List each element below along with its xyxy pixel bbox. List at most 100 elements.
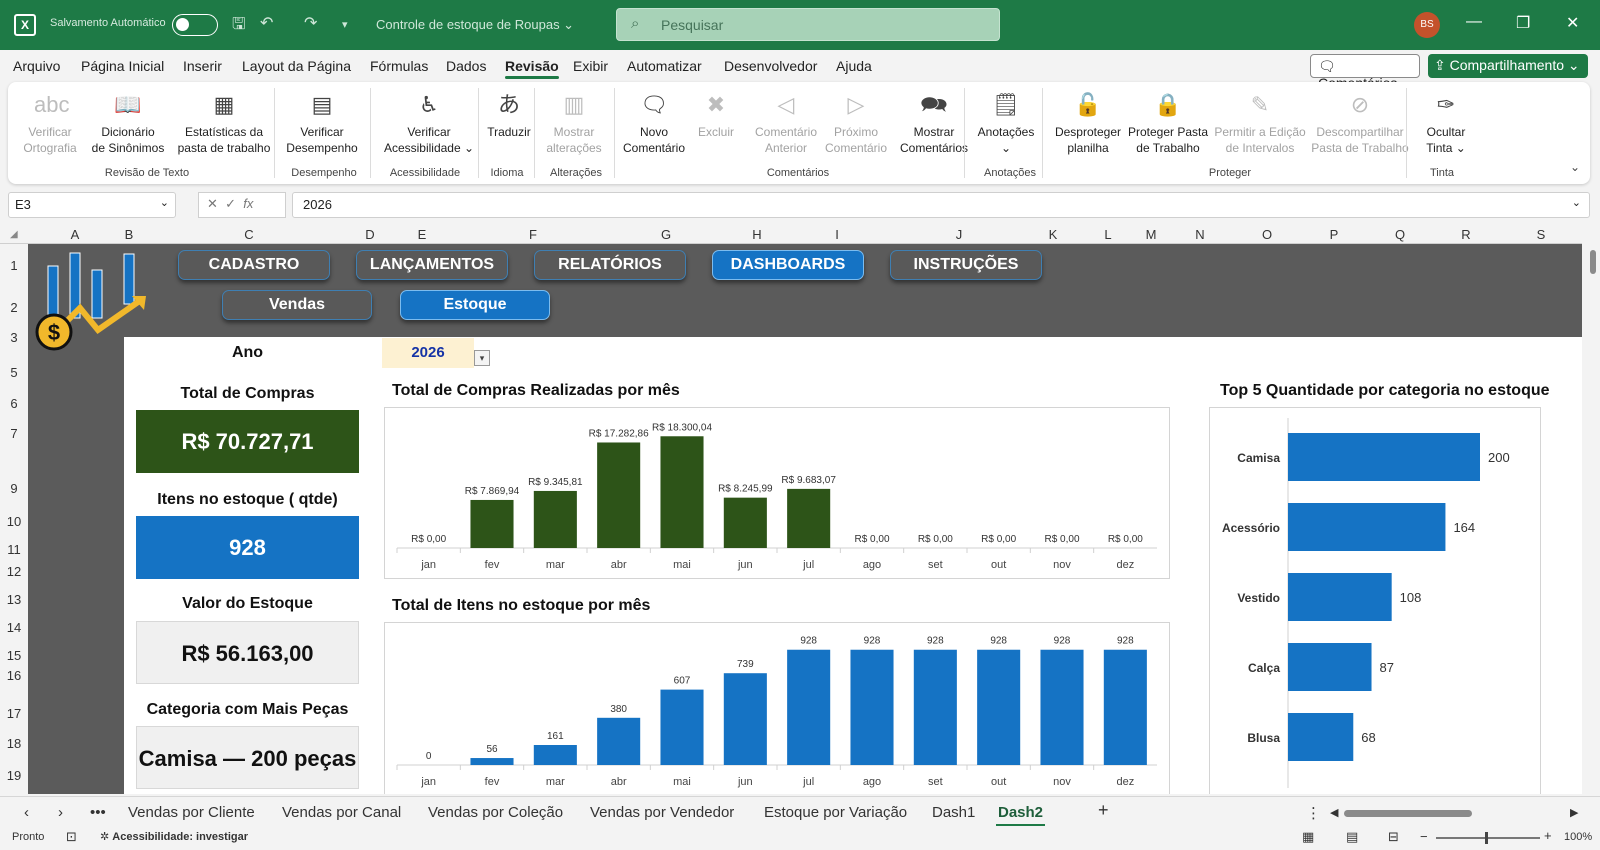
sheet-tab-vendas-por-canal[interactable]: Vendas por Canal [282, 804, 401, 821]
scroll-left-icon[interactable]: ◀ [1330, 806, 1338, 819]
chart-1-bar-jul[interactable] [787, 649, 831, 765]
ribbon-stats-button[interactable]: ▦ Estatísticas da pasta de trabalho [170, 90, 278, 156]
row-header-15[interactable]: 15 [0, 648, 28, 663]
subnav-button-vendas[interactable]: Vendas [222, 290, 372, 320]
chart-1-bar-mai[interactable] [660, 689, 704, 765]
document-title[interactable]: Controle de estoque de Roupas ⌄ [376, 17, 574, 33]
zoom-in-icon[interactable]: + [1544, 828, 1552, 843]
chart-1-bar-dez[interactable] [1103, 649, 1147, 765]
add-sheet-icon[interactable]: + [1098, 800, 1109, 821]
column-header-q[interactable]: Q [1368, 227, 1432, 242]
ribbon-performance-button[interactable]: ▤ Verificar Desempenho [278, 90, 366, 156]
zoom-level[interactable]: 100% [1564, 831, 1592, 843]
column-header-r[interactable]: R [1432, 227, 1500, 242]
chart-1-bar-mar[interactable] [533, 745, 577, 765]
ribbon-new-comment-button[interactable]: 🗨 Novo Comentário [618, 90, 690, 156]
macro-icon[interactable]: ⊡ [66, 829, 77, 845]
nav-button-lancamentos[interactable]: LANÇAMENTOS [356, 250, 508, 280]
normal-view-icon[interactable]: ▦ [1302, 829, 1314, 845]
chart-1-bar-fev[interactable] [470, 758, 514, 765]
zoom-out-icon[interactable]: − [1420, 829, 1428, 844]
sheet-tab-vendas-por-cliente[interactable]: Vendas por Cliente [128, 804, 255, 821]
formula-input[interactable]: 2026 ⌄ [292, 192, 1590, 218]
sheet-tab-vendas-por-colecao[interactable]: Vendas por Coleção [428, 804, 563, 821]
menu-automatizar[interactable]: Automatizar [627, 58, 702, 74]
ribbon-changes-button[interactable]: ▥ Mostrar alterações [538, 90, 610, 156]
scroll-right-icon[interactable]: ▶ [1570, 806, 1578, 819]
ribbon-translate-button[interactable]: あ Traduzir [484, 90, 534, 140]
ribbon-abc-check-button[interactable]: abc Verificar Ortografia [18, 90, 82, 156]
check-icon[interactable]: ✓ [225, 196, 236, 211]
column-header-n[interactable]: N [1166, 227, 1234, 242]
chart-1-bar-out[interactable] [977, 649, 1021, 765]
page-break-icon[interactable]: ⊟ [1388, 829, 1399, 845]
column-header-f[interactable]: F [466, 227, 600, 242]
chart-0-area[interactable]: R$ 0,00 jan R$ 7.869,94 fev R$ 9.345,81 mar R$… [384, 407, 1170, 579]
ribbon-delete-comment-button[interactable]: ✖ Excluir [694, 90, 738, 140]
menu-ajuda[interactable]: Ajuda [836, 58, 872, 74]
chart-0-bar-mai[interactable] [660, 436, 704, 548]
column-header-b[interactable]: B [122, 227, 136, 242]
chart-2-area[interactable]: Camisa 200 Acessório 164 Vestido 108 Calça 87 Bl… [1209, 407, 1541, 794]
column-header-l[interactable]: L [1080, 227, 1136, 242]
ribbon-unprotect-sheet-button[interactable]: 🔓 Desproteger planilha [1052, 90, 1124, 156]
ribbon-unshare-button[interactable]: ⊘ Descompartilhar Pasta de Trabalho [1308, 90, 1412, 156]
chart-0-bar-abr[interactable] [597, 442, 641, 548]
chart-1-bar-ago[interactable] [850, 649, 894, 765]
ribbon-prev-comment-button[interactable]: ◁ Comentário Anterior [752, 90, 820, 156]
column-header-g[interactable]: G [600, 227, 732, 242]
chart-2-bar-calca[interactable] [1288, 643, 1372, 691]
row-header-2[interactable]: 2 [0, 300, 28, 315]
column-header-e[interactable]: E [378, 227, 466, 242]
menu-exibir[interactable]: Exibir [573, 58, 608, 74]
chart-2-bar-vestido[interactable] [1288, 573, 1392, 621]
sheet-grid[interactable]: $ Ano 2026 ▾ Total de Compras R$ 70.727,71 It… [28, 244, 1582, 794]
column-header-k[interactable]: K [1026, 227, 1080, 242]
nav-button-relatorios[interactable]: RELATÓRIOS [534, 250, 686, 280]
column-header-i[interactable]: I [782, 227, 892, 242]
menu-revisao[interactable]: Revisão [505, 58, 559, 79]
ribbon-notes-button[interactable]: 🗒 Anotações ⌄ [972, 90, 1040, 156]
chart-2-bar-camisa[interactable] [1288, 433, 1480, 481]
vertical-scroll-thumb[interactable] [1590, 250, 1596, 274]
ribbon-ink-button[interactable]: ✑ Ocultar Tinta ⌄ [1418, 90, 1474, 156]
sheet-tab-dash2[interactable]: Dash2 [995, 804, 1046, 827]
menu-formulas[interactable]: Fórmulas [370, 58, 428, 74]
save-icon[interactable]: 🖫 [232, 13, 246, 40]
chart-0-bar-jul[interactable] [787, 488, 831, 548]
zoom-slider[interactable] [1436, 837, 1540, 839]
column-header-a[interactable]: A [28, 227, 122, 242]
row-header-5[interactable]: 5 [0, 365, 28, 380]
row-header-16[interactable]: 16 [0, 668, 28, 683]
row-header-11[interactable]: 11 [0, 542, 28, 557]
chart-0-bar-jun[interactable] [723, 497, 767, 548]
select-all-icon[interactable]: ◢ [10, 229, 18, 240]
ribbon-protect-workbook-button[interactable]: 🔒 Proteger Pasta de Trabalho [1126, 90, 1210, 156]
collapse-ribbon-icon[interactable]: ⌄ [1570, 160, 1580, 174]
row-header-10[interactable]: 10 [0, 514, 28, 529]
row-header-17[interactable]: 17 [0, 706, 28, 721]
ribbon-allow-edit-button[interactable]: ✎ Permitir a Edição de Intervalos [1210, 90, 1310, 156]
menu-layout-da-pagina[interactable]: Layout da Página [242, 58, 351, 74]
column-header-p[interactable]: P [1300, 227, 1368, 242]
menu-dados[interactable]: Dados [446, 58, 486, 74]
column-header-s[interactable]: S [1500, 227, 1582, 242]
cancel-icon[interactable]: ✕ [207, 196, 218, 211]
column-header-h[interactable]: H [732, 227, 782, 242]
comments-button[interactable]: 🗨 Comentários [1310, 54, 1420, 91]
chart-2-bar-blusa[interactable] [1288, 713, 1354, 761]
redo-icon[interactable]: ↷ [304, 13, 317, 33]
next-sheet-icon[interactable]: › [58, 804, 63, 821]
sheet-tab-vendas-por-vendedor[interactable]: Vendas por Vendedor [590, 804, 734, 821]
row-header-13[interactable]: 13 [0, 592, 28, 607]
share-button[interactable]: ⇪ Compartilhamento ⌄ [1428, 54, 1588, 78]
column-header-j[interactable]: J [892, 227, 1026, 242]
search-box[interactable]: ⌕ Pesquisar [616, 8, 1000, 41]
undo-icon[interactable]: ↶ [260, 13, 273, 33]
chart-1-bar-jun[interactable] [723, 673, 767, 765]
chart-1-area[interactable]: 0 jan 56 fev 161 mar 380 abr 607 mai 739 jun 928 jul 9… [384, 622, 1170, 794]
zoom-slider-thumb[interactable] [1485, 832, 1488, 844]
menu-pagina-inicial[interactable]: Página Inicial [81, 58, 164, 74]
year-filter-cell[interactable]: 2026 [382, 338, 474, 368]
column-header-c[interactable]: C [136, 227, 362, 242]
